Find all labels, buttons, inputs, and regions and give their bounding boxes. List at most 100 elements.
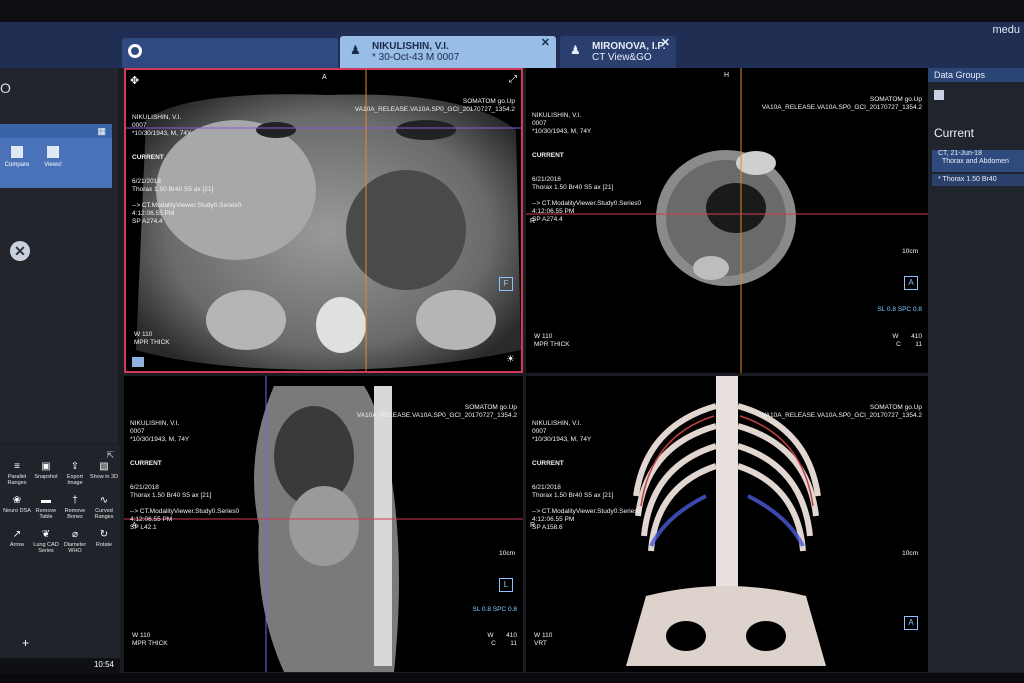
tool-palette: ⇱ ≡ Parallel Ranges ▣ Snapshot ⇪ Export Image… <box>0 444 120 658</box>
cube-icon: ▧ <box>99 461 109 472</box>
scale-label: 10cm <box>902 248 918 255</box>
tool-label: Rotate <box>95 542 113 548</box>
views-label: Views! <box>44 162 62 168</box>
brain-icon: ❀ <box>12 495 22 506</box>
camera-icon: ▣ <box>41 461 51 472</box>
person-icon: ♟ <box>350 43 361 57</box>
window-info: W 110 MPR THICK <box>534 333 570 348</box>
series-info: 6/21/2018 Thorax 1.50 Br40 S5 ax [21] --… <box>132 178 242 225</box>
scale-label: 10cm <box>499 550 515 557</box>
add-button[interactable]: + <box>22 636 29 650</box>
compare-button[interactable]: Compare <box>0 142 34 168</box>
window-level: W 410 C 11 <box>892 333 922 348</box>
window-info: W 110 MPR THICK <box>132 632 168 647</box>
tool-button[interactable]: ▣ Snapshot <box>31 461 61 481</box>
tab-patient-nikulishin[interactable]: ♟ NIKULISHIN, V.I. * 30-Oct-43 M 0007 ✕ <box>340 36 556 68</box>
slice-info: SL 0.8 SPC 0.8 <box>877 306 922 313</box>
tool-button[interactable]: ⇪ Export Image <box>60 461 90 487</box>
viewport-axial-2[interactable]: H R NIKULISHIN, V.I. 0007 *10/30/1943, M… <box>526 68 928 373</box>
left-toolbar: Compare Views! <box>0 138 112 188</box>
tool-button[interactable]: ❀ Neuro DSA <box>2 495 32 515</box>
series-info: 6/21/2018 Thorax 1.50 Br40 S5 ax [21] --… <box>130 484 240 531</box>
tool-button[interactable]: ▧ Show in 3D <box>89 461 119 481</box>
tab-patient-sub: * 30-Oct-43 M 0007 <box>372 52 460 63</box>
patient-demographics: NIKULISHIN, V.I. 0007 *10/30/1943, M, 74… <box>132 114 192 137</box>
views-button[interactable]: Views! <box>36 142 70 168</box>
expand-viewport-icon[interactable]: ⤢ <box>509 74 517 85</box>
patient-info: NIKULISHIN, V.I. 0007 *10/30/1943, M, 74… <box>532 404 641 548</box>
orientation-top: H <box>724 72 730 79</box>
tool-button[interactable]: ↗ Arrow <box>2 529 32 549</box>
tool-label: Parallel Ranges <box>7 474 27 486</box>
tab-patient-name: MIRONOVA, I.P. <box>592 41 666 52</box>
views-icon <box>47 146 59 158</box>
data-groups-header: Data Groups <box>928 68 1024 82</box>
tab-patient-sub: CT View&GO <box>592 52 652 63</box>
home-tab[interactable] <box>122 38 338 68</box>
patient-info: NIKULISHIN, V.I. 0007 *10/30/1943, M, 74… <box>132 98 241 242</box>
close-icon[interactable]: ✕ <box>541 38 550 49</box>
export-icon: ⇪ <box>70 461 80 472</box>
user-label: medu <box>992 24 1020 36</box>
series-label: * Thorax 1.50 Br40 <box>938 176 997 183</box>
table-icon: ▬ <box>41 495 51 506</box>
curve-icon: ∿ <box>99 495 109 506</box>
tool-label: Export Image <box>67 474 83 486</box>
tool-button[interactable]: ↻ Rotate <box>89 530 119 549</box>
series-item[interactable]: * Thorax 1.50 Br40 <box>932 174 1024 186</box>
close-icon[interactable]: ✕ <box>661 38 670 49</box>
scanner-info: SOMATOM go.Up VA10A_RELEASE.VA10A.SP0_GC… <box>356 404 517 419</box>
orientation-box: A <box>904 276 918 290</box>
patient-demographics: NIKULISHIN, V.I. 0007 *10/30/1943, M, 74… <box>532 420 592 443</box>
grid-icon[interactable]: ▦ <box>97 126 106 137</box>
window-info: W 110 VRT <box>534 632 553 647</box>
clock: 10:54 <box>93 660 114 669</box>
person-icon: ♟ <box>570 43 581 57</box>
data-groups-panel: Data Groups Current CT, 21-Jun-18 Thorax… <box>928 68 1024 672</box>
tool-label: Remove Table <box>35 508 57 520</box>
brightness-icon[interactable]: ☀ <box>506 354 515 365</box>
tool-label: Diameter WHO <box>63 542 87 554</box>
window-level: W 410 C 11 <box>487 632 517 647</box>
left-panel-header: ▦ <box>0 124 112 138</box>
tool-label: Show in 3D <box>89 474 119 480</box>
close-icon[interactable]: ✕ <box>10 241 30 261</box>
current-label: CURRENT <box>532 460 564 467</box>
tool-button[interactable]: ≡ Parallel Ranges <box>2 462 32 487</box>
tool-label: Neuro DSA <box>3 508 31 514</box>
viewport-sagittal[interactable]: A NIKULISHIN, V.I. 0007 *10/30/1943, M, … <box>124 376 523 672</box>
tab-patient-mironova[interactable]: ♟ MIRONOVA, I.P. CT View&GO ✕ <box>560 36 676 68</box>
tool-button[interactable]: ∿ Curved Ranges <box>89 495 119 521</box>
orientation-top: A <box>322 74 327 81</box>
patient-info: NIKULISHIN, V.I. 0007 *10/30/1943, M, 74… <box>532 96 641 240</box>
current-label: Current <box>934 126 975 140</box>
move-icon[interactable]: ✥ <box>130 74 139 87</box>
data-group-item[interactable]: CT, 21-Jun-18 Thorax and Abdomen <box>932 150 1024 172</box>
slice-info: SL 0.8 SPC 0.8 <box>472 606 517 613</box>
tool-label: Lung CAD Series <box>33 542 59 554</box>
viewport-3d[interactable]: R NIKULISHIN, V.I. 0007 *10/30/1943, M, … <box>526 376 928 672</box>
patient-demographics: NIKULISHIN, V.I. 0007 *10/30/1943, M, 74… <box>532 112 592 135</box>
layout-icon[interactable] <box>132 357 144 367</box>
app-logo-icon <box>128 44 142 58</box>
orientation-box: F <box>499 277 513 291</box>
collapse-icon[interactable] <box>934 90 944 100</box>
arrow-icon: ↗ <box>12 529 22 540</box>
scale-label: 10cm <box>902 550 918 557</box>
compare-icon <box>11 146 23 158</box>
scanner-info: SOMATOM go.Up VA10A_RELEASE.VA10A.SP0_GC… <box>354 98 515 113</box>
tool-button[interactable]: ⌀ Diameter WHO <box>60 530 90 555</box>
current-label: CURRENT <box>532 152 564 159</box>
tool-button[interactable]: ▬ Remove Table <box>31 495 61 521</box>
tool-button[interactable]: † Remove Bones <box>60 495 90 521</box>
expand-icon[interactable]: ⇱ <box>106 450 114 461</box>
patient-demographics: NIKULISHIN, V.I. 0007 *10/30/1943, M, 74… <box>130 420 190 443</box>
bone-icon: † <box>72 495 78 506</box>
tool-label: Arrow <box>9 542 25 548</box>
viewport-axial[interactable]: A ✥ ⤢ NIKULISHIN, V.I. 0007 *10/30/1943,… <box>124 68 523 373</box>
panel-label: O <box>0 80 11 96</box>
compare-label: Compare <box>4 162 30 168</box>
series-info: 6/21/2018 Thorax 1.50 Br40 S5 ax [21] --… <box>532 484 642 531</box>
tool-button[interactable]: ❦ Lung CAD Series <box>31 530 61 555</box>
current-label: CURRENT <box>132 154 164 161</box>
